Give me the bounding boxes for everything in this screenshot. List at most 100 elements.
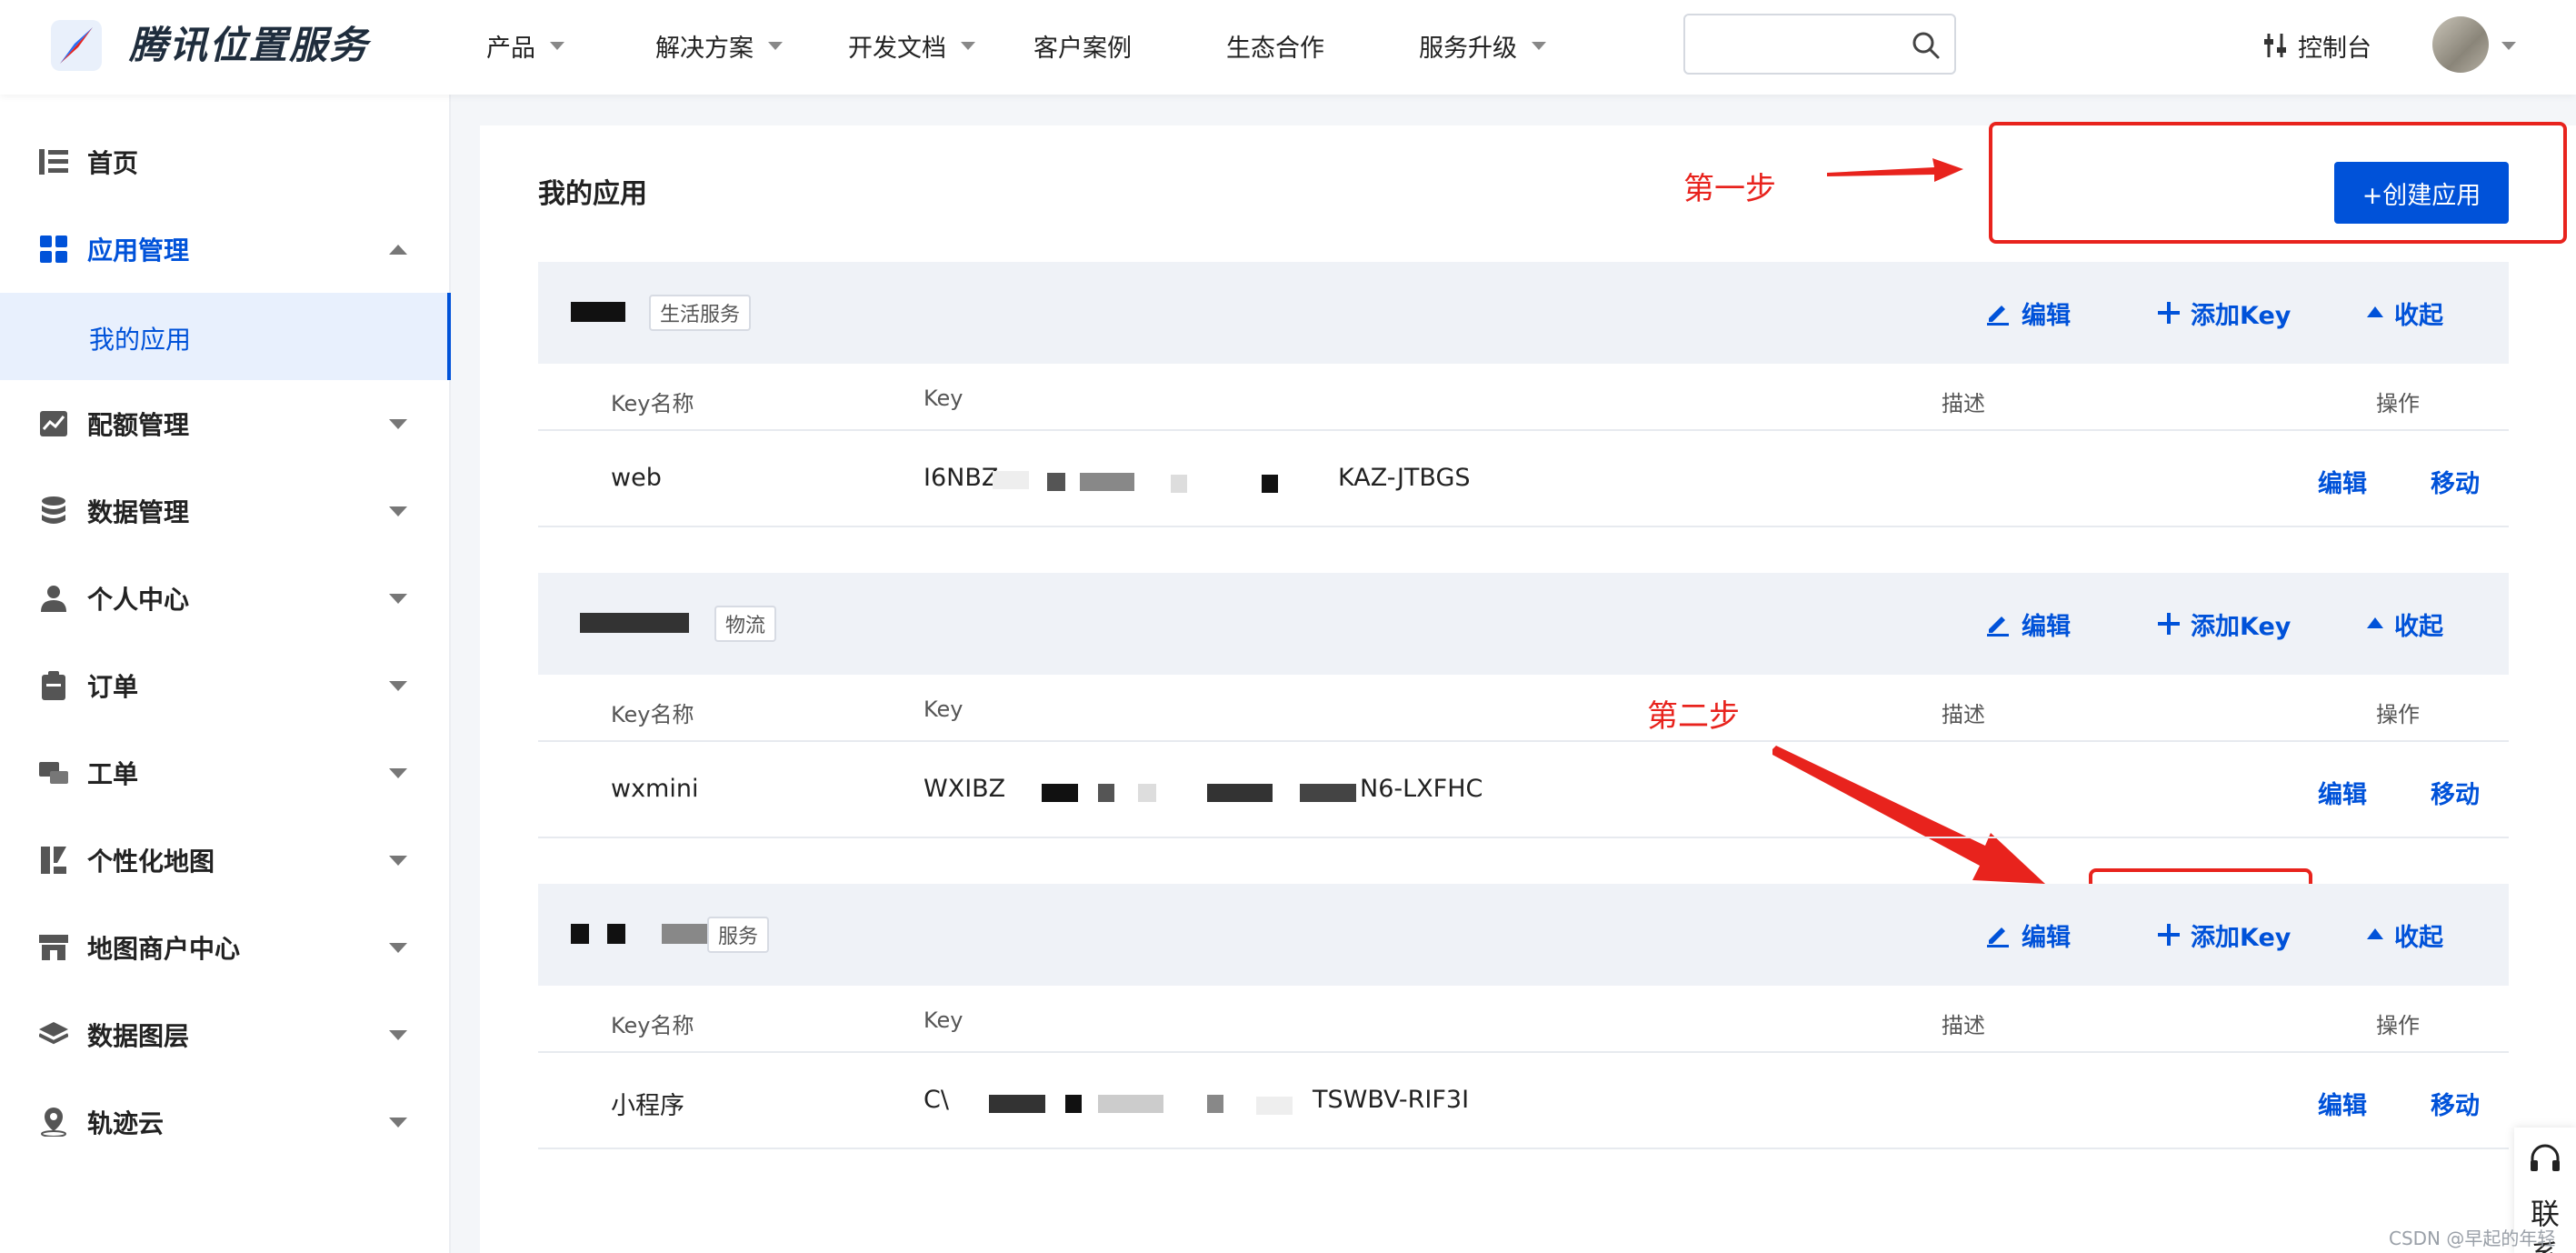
- brand-name[interactable]: 腾讯位置服务: [129, 18, 369, 73]
- nav-ecosystem[interactable]: 生态合作: [1226, 0, 1324, 91]
- chevron-down-icon: [389, 767, 407, 778]
- key-redacted: [993, 471, 1029, 489]
- app-name-redacted: [580, 613, 689, 633]
- table-row: wxmini WXIBZ N6-LXFHC 编辑 移动: [538, 742, 2509, 838]
- sidebar-item-orders[interactable]: 订单: [0, 642, 451, 729]
- row-move-link[interactable]: 移动: [2431, 464, 2480, 499]
- nav-products[interactable]: 产品: [486, 0, 564, 91]
- row-edit-link[interactable]: 编辑: [2318, 1086, 2367, 1121]
- key-prefix: C\: [924, 1086, 949, 1114]
- chevron-down-icon: [389, 1117, 407, 1128]
- sidebar-item-app-management[interactable]: 应用管理: [0, 205, 451, 293]
- sidebar-item-track-cloud[interactable]: 轨迹云: [0, 1078, 451, 1166]
- key-redacted: [1080, 473, 1134, 491]
- sidebar-item-tickets[interactable]: 工单: [0, 729, 451, 817]
- chevron-down-icon: [389, 942, 407, 953]
- col-key: Key: [924, 386, 964, 411]
- nav-cases[interactable]: 客户案例: [1033, 0, 1132, 91]
- nav-label: 解决方案: [655, 34, 754, 63]
- key-redacted: [1207, 784, 1273, 802]
- row-move-link[interactable]: 移动: [2431, 1086, 2480, 1121]
- sidebar-item-label: 数据图层: [87, 1021, 190, 1051]
- collapse-button[interactable]: 收起: [2367, 915, 2443, 955]
- sidebar-item-merchant-center[interactable]: 地图商户中心: [0, 904, 451, 991]
- key-suffix: KAZ-JTBGS: [1338, 464, 1471, 492]
- edit-app-button[interactable]: 编辑: [1985, 604, 2071, 644]
- key-name-cell: web: [611, 464, 662, 492]
- nav-upgrade[interactable]: 服务升级: [1419, 0, 1546, 91]
- caret-up-icon: [2367, 928, 2383, 939]
- app-category-tag: 服务: [707, 917, 770, 953]
- user-icon: [38, 583, 69, 614]
- collapse-label: 收起: [2394, 301, 2443, 330]
- plus-icon: [2158, 613, 2180, 635]
- edit-app-button[interactable]: 编辑: [1985, 293, 2071, 333]
- sidebar-item-data[interactable]: 数据管理: [0, 467, 451, 555]
- edit-icon: [1987, 616, 2009, 637]
- col-key: Key: [924, 1007, 964, 1033]
- col-ops: 操作: [2376, 1013, 2420, 1038]
- page-title: 我的应用: [538, 178, 647, 210]
- search-input[interactable]: [1683, 14, 1956, 75]
- table-header: Key名称 Key 描述 操作: [538, 364, 2509, 431]
- chevron-down-icon: [389, 680, 407, 691]
- map-style-icon: [38, 845, 69, 876]
- col-ops: 操作: [2376, 702, 2420, 727]
- headset-icon: [2531, 1144, 2560, 1171]
- nav-solutions[interactable]: 解决方案: [655, 0, 783, 91]
- add-key-label: 添加Key: [2191, 612, 2291, 641]
- col-key-name: Key名称: [611, 702, 694, 727]
- sidebar-item-label: 轨迹云: [87, 1108, 165, 1138]
- app-card-header: 物流 编辑 添加Key 收起: [538, 573, 2509, 675]
- add-key-button[interactable]: 添加Key: [2158, 604, 2291, 644]
- key-prefix: WXIBZ: [924, 775, 1006, 803]
- row-edit-link[interactable]: 编辑: [2318, 775, 2367, 810]
- sliders-icon: [2264, 34, 2286, 57]
- nav-label: 开发文档: [848, 34, 946, 63]
- edit-app-button[interactable]: 编辑: [1985, 915, 2071, 955]
- col-desc: 描述: [1942, 1013, 1985, 1038]
- sidebar-item-label: 个性化地图: [87, 847, 215, 877]
- chevron-down-icon[interactable]: [2501, 42, 2516, 50]
- sidebar-item-quota[interactable]: 配额管理: [0, 380, 451, 467]
- annotation-arrow-1: [1827, 158, 1963, 182]
- nav-docs[interactable]: 开发文档: [848, 0, 975, 91]
- sidebar-sub-label: 我的应用: [89, 325, 192, 355]
- tencent-map-logo[interactable]: [47, 16, 105, 75]
- add-key-button[interactable]: 添加Key: [2158, 293, 2291, 333]
- console-link[interactable]: 控制台: [2263, 27, 2371, 64]
- row-move-link[interactable]: 移动: [2431, 775, 2480, 810]
- annotation-box-step1: [1989, 122, 2567, 244]
- sidebar-item-my-apps[interactable]: 我的应用: [0, 293, 451, 380]
- chevron-down-icon: [550, 41, 564, 50]
- collapse-button[interactable]: 收起: [2367, 293, 2443, 333]
- key-redacted: [1256, 1097, 1293, 1115]
- console-label: 控制台: [2298, 34, 2371, 63]
- sidebar-item-home[interactable]: 首页: [0, 118, 451, 205]
- sidebar-item-custom-map[interactable]: 个性化地图: [0, 817, 451, 904]
- sidebar-item-label: 地图商户中心: [87, 934, 241, 964]
- collapse-button[interactable]: 收起: [2367, 604, 2443, 644]
- sidebar-item-label: 首页: [87, 148, 139, 178]
- add-key-button[interactable]: 添加Key: [2158, 915, 2291, 955]
- edit-icon: [1987, 306, 2009, 326]
- caret-up-icon: [2367, 306, 2383, 317]
- layers-icon: [38, 1019, 69, 1050]
- sidebar-item-label: 配额管理: [87, 410, 190, 440]
- sidebar-item-data-layers[interactable]: 数据图层: [0, 991, 451, 1078]
- database-icon: [38, 496, 69, 526]
- key-redacted: [1098, 784, 1114, 802]
- chevron-down-icon: [389, 506, 407, 516]
- sidebar-item-profile[interactable]: 个人中心: [0, 555, 451, 642]
- row-edit-link[interactable]: 编辑: [2318, 464, 2367, 499]
- add-key-label: 添加Key: [2191, 923, 2291, 952]
- search-icon[interactable]: [1911, 30, 1942, 61]
- edit-label: 编辑: [2022, 612, 2071, 641]
- key-redacted: [1262, 475, 1278, 493]
- avatar[interactable]: [2432, 16, 2489, 73]
- watermark: CSDN @早起的年轻: [2389, 1228, 2556, 1249]
- chevron-up-icon: [389, 244, 407, 255]
- sidebar: 首页 应用管理 我的应用 配额管理 数据管理 个人中心 订单 工单 个性化地图: [0, 95, 451, 1253]
- app-name-redacted: [571, 924, 589, 944]
- table-row: 小程序 C\ TSWBV-RIF3I 编辑 移动: [538, 1053, 2509, 1149]
